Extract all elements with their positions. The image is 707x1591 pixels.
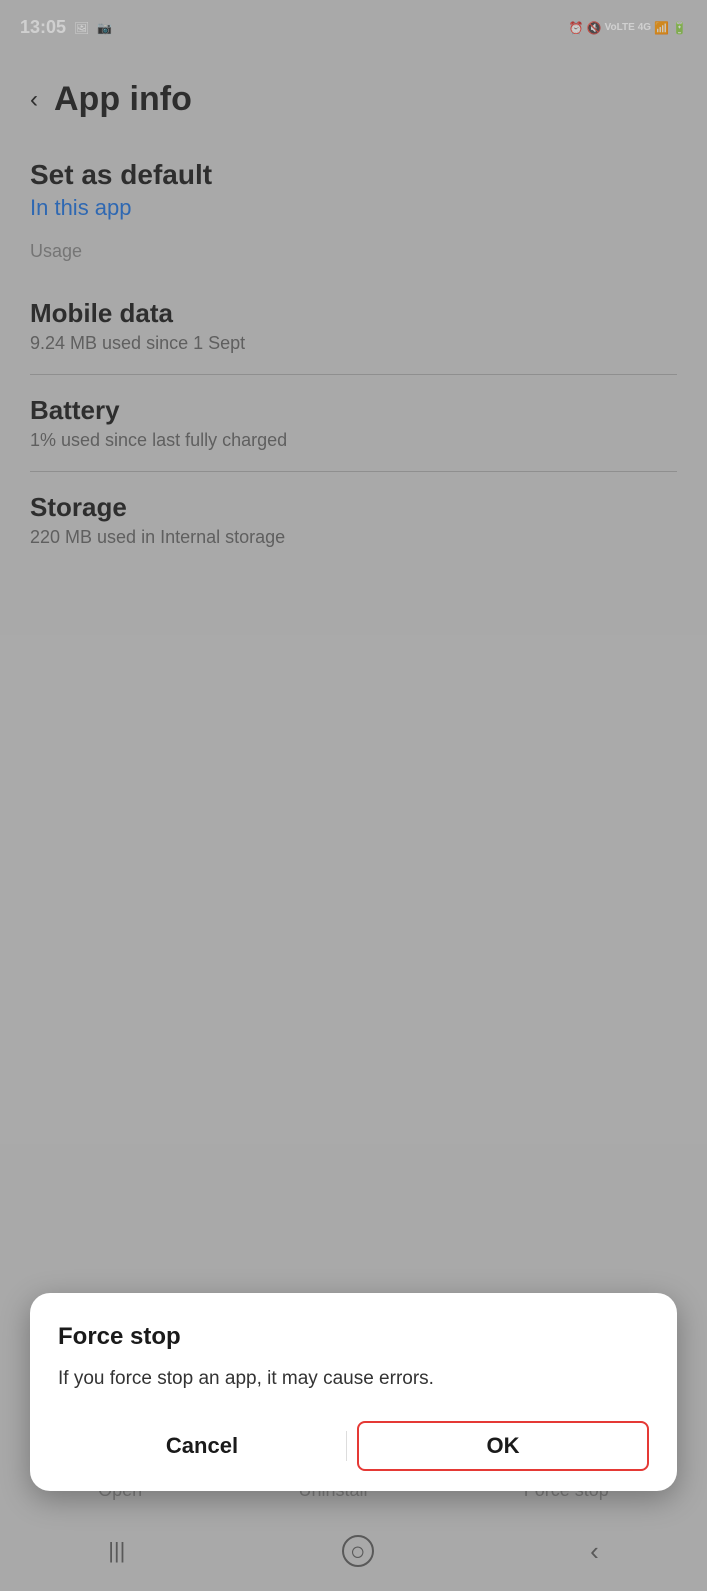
dialog-button-divider [346, 1431, 347, 1461]
cancel-button[interactable]: Cancel [58, 1423, 346, 1469]
force-stop-dialog: Force stop If you force stop an app, it … [30, 1293, 677, 1492]
ok-button[interactable]: OK [357, 1421, 649, 1471]
dialog-buttons: Cancel OK [58, 1421, 649, 1471]
dialog-title: Force stop [58, 1323, 649, 1351]
dialog-message: If you force stop an app, it may cause e… [58, 1365, 649, 1394]
